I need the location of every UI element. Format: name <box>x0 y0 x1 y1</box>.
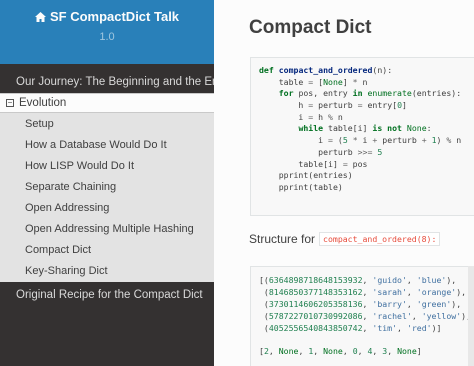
toc-item-compact-dict[interactable]: Compact Dict <box>0 240 214 261</box>
toc-item-separate-chaining[interactable]: Separate Chaining <box>0 177 214 198</box>
toc-item-open-addressing[interactable]: Open Addressing <box>0 198 214 219</box>
output-line: [(6364898718648153932, 'guido', 'blue'), <box>259 275 457 285</box>
code-line: def compact_and_ordered(n): <box>259 65 393 75</box>
code-line: pprint(entries) <box>259 170 353 181</box>
main-content: Compact Dict def compact_and_ordered(n):… <box>214 0 474 366</box>
code-line: table[i] = pos <box>259 158 368 169</box>
code-line: i = (5 * i + perturb + 1) % n <box>259 135 462 146</box>
toc-current-section: − Evolution Setup How a Database Would Do… <box>0 93 214 282</box>
output-line: (4052556540843850742, 'tim', 'red')] <box>259 322 442 333</box>
toc-item-open-addressing-multiple-hashing[interactable]: Open Addressing Multiple Hashing <box>0 219 214 240</box>
structure-label: Structure for <box>249 232 316 246</box>
code-line: table = [None] * n <box>259 76 368 87</box>
toc-item-key-sharing-dict[interactable]: Key-Sharing Dict <box>0 261 214 282</box>
toc-item-database[interactable]: How a Database Would Do It <box>0 135 214 156</box>
horizontal-scrollbar[interactable] <box>468 266 474 366</box>
page-title: Compact Dict <box>249 17 372 38</box>
toc-item-setup[interactable]: Setup <box>0 114 214 135</box>
project-title: SF CompactDict Talk <box>49 9 180 24</box>
sidebar: SF CompactDict Talk 1.0 Our Journey: The… <box>0 0 214 366</box>
structure-inline-code: compact_and_ordered(8): <box>319 232 441 246</box>
minus-square-icon[interactable]: − <box>6 99 14 107</box>
structure-heading: Structure for compact_and_ordered(8): <box>249 232 441 246</box>
code-line: while table[i] is not None: <box>298 123 432 134</box>
output-line: (3730114606205358136, 'barry', 'green'), <box>259 298 462 309</box>
output-line: (5787227010730992086, 'rachel', 'yellow'… <box>259 310 471 321</box>
toc-item-original-recipe[interactable]: Original Recipe for the Compact Dict <box>0 285 214 305</box>
toc-item-journey[interactable]: Our Journey: The Beginning and the End <box>0 72 214 92</box>
code-line: i = h % n <box>259 111 343 122</box>
code-block-function: def compact_and_ordered(n): table = [Non… <box>250 57 474 216</box>
toc-item-lisp[interactable]: How LISP Would Do It <box>0 156 214 177</box>
code-line: perturb >>= 5 <box>259 146 383 157</box>
home-icon <box>34 12 46 22</box>
code-block-output: [(6364898718648153932, 'guido', 'blue'),… <box>250 266 474 366</box>
toc-item-evolution-label: Evolution <box>19 97 67 109</box>
toc-item-evolution[interactable]: − Evolution <box>0 93 214 113</box>
version-label: 1.0 <box>99 31 115 43</box>
output-line: (8146850377148353162, 'sarah', 'orange')… <box>259 286 467 297</box>
code-line: h = perturb = entry[0] <box>259 100 407 111</box>
code-line: for pos, entry in enumerate(entries): <box>278 88 462 99</box>
project-home-link[interactable]: SF CompactDict Talk <box>0 9 214 24</box>
output-line: [2, None, 1, None, 0, 4, 3, None] <box>259 346 422 357</box>
code-line: pprint(table) <box>259 181 343 192</box>
sidebar-header: SF CompactDict Talk 1.0 <box>0 0 214 64</box>
